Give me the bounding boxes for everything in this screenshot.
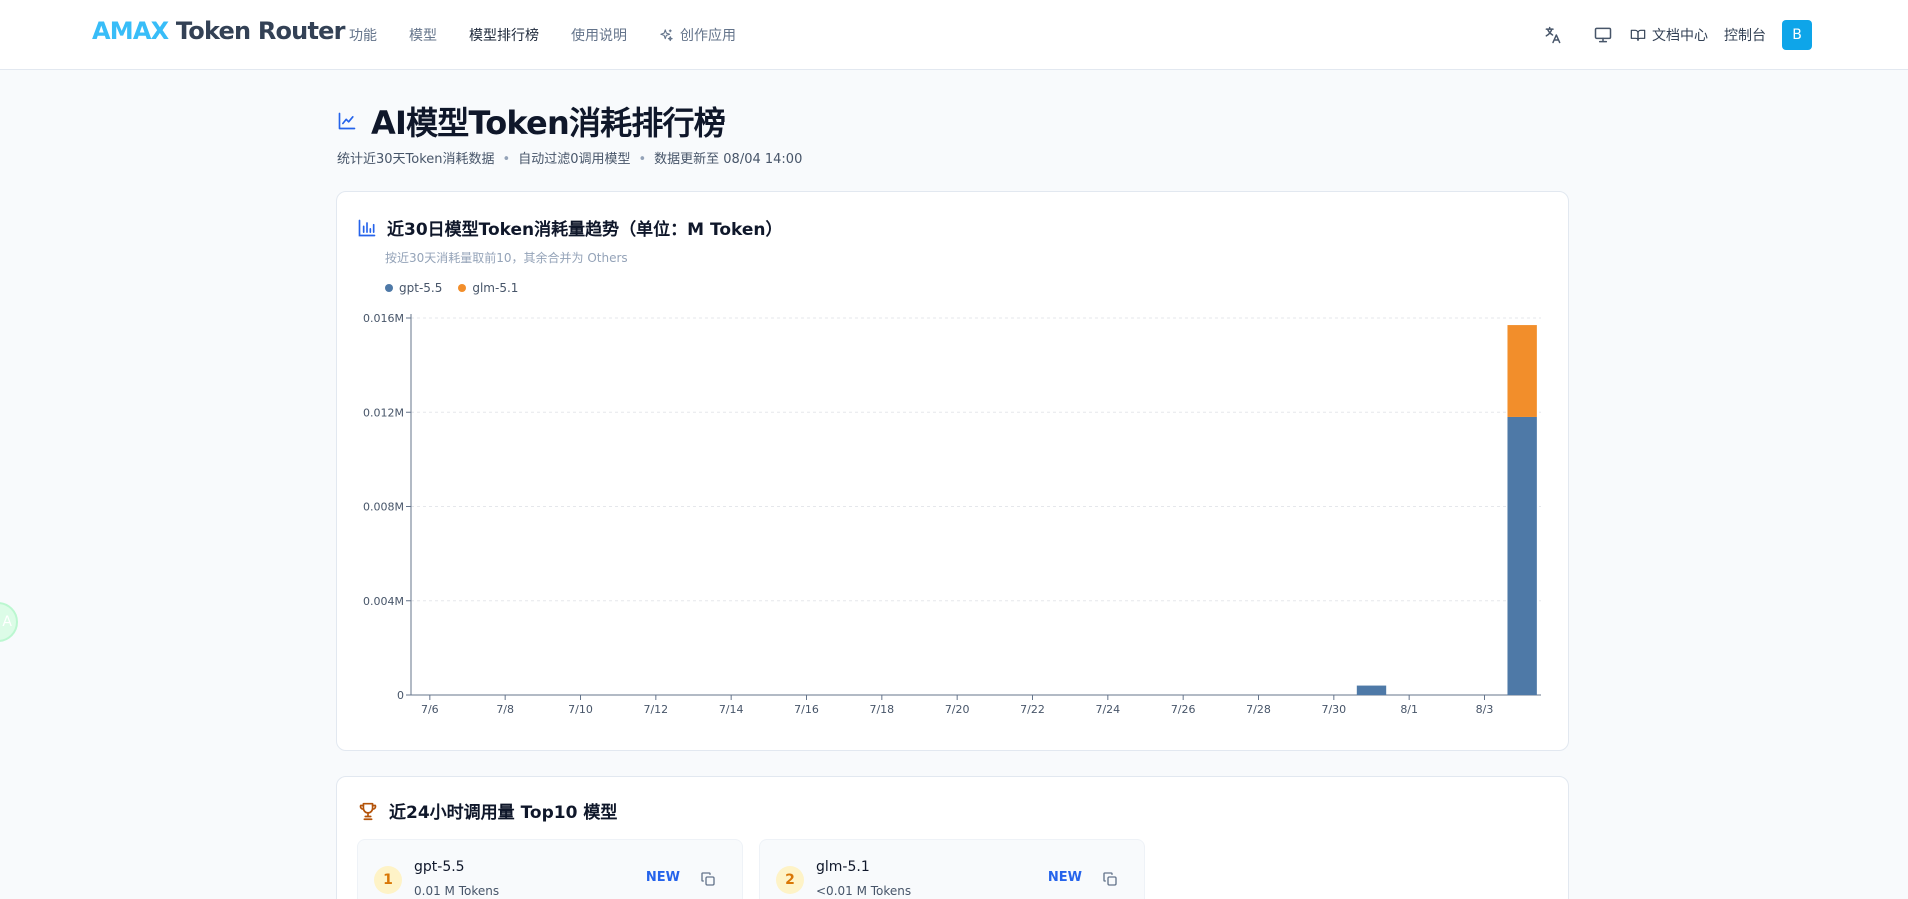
copy-icon[interactable] [1102,871,1118,887]
subtitle-separator: • [502,152,511,167]
x-tick-label: 7/16 [794,703,819,716]
page-title-text: AI模型Token消耗排行榜 [371,104,726,142]
trend-card-title: 近30日模型Token消耗量趋势（单位：M Token） [357,215,783,240]
brand-logo-part2: Token Router [175,17,346,45]
new-badge: NEW [1047,870,1082,885]
nav-features[interactable]: 功能 [349,25,377,45]
user-avatar[interactable]: B [1782,20,1812,50]
top-header: AMAX Token Router 功能 模型 模型排行榜 使用说明 创作应用 [0,0,1908,70]
sparkles-icon [660,28,673,41]
chart-legend: gpt-5.5 glm-5.1 [385,281,518,295]
x-tick-label: 7/10 [568,703,593,716]
legend-label-glm-5-1: glm-5.1 [472,281,519,295]
theme-button[interactable] [1592,24,1614,46]
x-tick-label: 7/8 [496,703,514,716]
nav-usage-guide-label: 使用说明 [571,28,627,44]
y-tick-label: 0.012M [363,406,404,419]
new-badge: NEW [645,870,680,885]
model-tokens: <0.01 M Tokens [816,884,912,898]
nav-leaderboard[interactable]: 模型排行榜 [469,25,539,45]
subtitle-updated: 数据更新至 08/04 14:00 [654,152,803,167]
y-tick-label: 0.016M [363,312,404,325]
x-tick-label: 8/1 [1400,703,1418,716]
token-trend-chart: 0 0.004M 0.008M 0.012M 0.016M 7/6 7/8 7/10 7/12 7… [363,312,1541,716]
main-nav: 功能 模型 模型排行榜 使用说明 创作应用 [349,0,768,70]
model-tokens: 0.01 M Tokens [414,884,500,898]
trend-card-note: 按近30天消耗量取前10，其余合并为 Others [385,251,628,265]
book-open-icon [1630,29,1646,41]
rank-badge: 1 [374,866,402,894]
nav-create-apps[interactable]: 创作应用 [659,25,736,45]
y-tick-label: 0.008M [363,501,404,514]
model-card[interactable]: 1 gpt-5.5 0.01 M Tokens NEW [357,839,743,899]
brand-logo[interactable]: AMAX Token Router [92,17,345,45]
subtitle-separator: • [638,152,647,167]
page-subtitle: 统计近30天Token消耗数据 • 自动过滤0调用模型 • 数据更新至 08/04 14… [337,148,802,167]
x-tick-label: 7/30 [1321,703,1346,716]
x-tick-label: 7/22 [1020,703,1045,716]
x-tick-label: 8/3 [1476,703,1494,716]
legend-item-glm-5-1[interactable]: glm-5.1 [458,281,518,295]
nav-models[interactable]: 模型 [409,25,437,45]
y-tick-label: 0 [397,689,404,702]
y-tick-label: 0.004M [363,595,404,608]
token-trend-card: 近30日模型Token消耗量趋势（单位：M Token） 按近30天消耗量取前1… [336,191,1569,751]
nav-usage-guide[interactable]: 使用说明 [571,25,627,45]
x-tick-label: 7/20 [945,703,970,716]
model-name: glm-5.1 [816,859,870,875]
x-tick-label: 7/18 [869,703,894,716]
bar-segment [1507,416,1537,695]
nav-features-label: 功能 [349,28,377,44]
header-actions: 文档中心 控制台 B [1542,0,1812,70]
model-card[interactable]: 2 glm-5.1 <0.01 M Tokens NEW [759,839,1145,899]
console-label: 控制台 [1724,28,1766,44]
model-name: gpt-5.5 [414,859,465,875]
monitor-icon [1594,27,1612,43]
page-title: AI模型Token消耗排行榜 [337,98,726,144]
legend-item-gpt-5-5[interactable]: gpt-5.5 [385,281,442,295]
console-link[interactable]: 控制台 [1724,25,1766,45]
bar-segment [1507,325,1537,417]
x-tick-label: 7/14 [719,703,744,716]
subtitle-range: 统计近30天Token消耗数据 [337,152,495,167]
x-tick-label: 7/28 [1246,703,1271,716]
docs-center-label: 文档中心 [1652,28,1708,44]
nav-create-apps-label: 创作应用 [680,28,736,44]
copy-icon[interactable] [700,871,716,887]
docs-center-link[interactable]: 文档中心 [1630,25,1708,45]
language-button[interactable] [1542,24,1564,46]
x-tick-label: 7/24 [1095,703,1120,716]
bar-chart-icon [358,219,376,236]
top10-card-title-text: 近24小时调用量 Top10 模型 [389,803,618,823]
trophy-icon [359,802,377,820]
brand-logo-part1: AMAX [92,17,169,45]
x-tick-label: 7/6 [421,703,439,716]
top10-card-title: 近24小时调用量 Top10 模型 [357,798,617,823]
x-tick-label: 7/26 [1171,703,1196,716]
x-tick-label: 7/12 [643,703,668,716]
nav-models-label: 模型 [409,28,437,44]
legend-dot-glm-5-1 [458,284,467,292]
legend-label-gpt-5-5: gpt-5.5 [399,281,443,295]
bar-segment [1356,685,1387,695]
trend-card-title-text: 近30日模型Token消耗量趋势（单位：M Token） [387,220,783,240]
top10-models-card: 近24小时调用量 Top10 模型 1 gpt-5.5 0.01 M Token… [336,776,1569,899]
legend-dot-gpt-5-5 [385,284,393,292]
line-chart-icon [338,112,356,130]
translate-icon [1545,26,1561,44]
subtitle-filter: 自动过滤0调用模型 [518,152,631,167]
floating-side-badge[interactable]: A [0,602,18,642]
rank-badge: 2 [776,866,804,894]
nav-leaderboard-label: 模型排行榜 [469,28,539,44]
